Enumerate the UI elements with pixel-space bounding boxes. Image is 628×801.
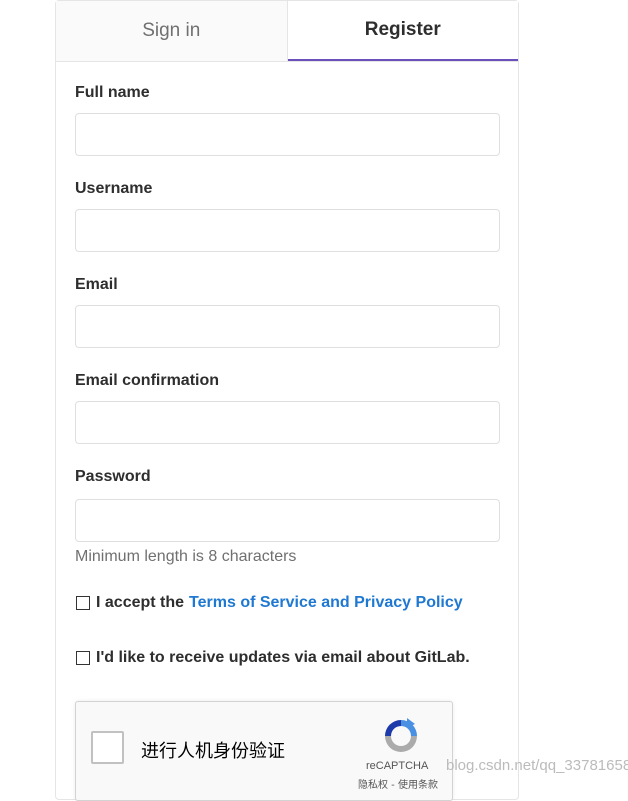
email-confirmation-group: Email confirmation	[75, 371, 501, 444]
tab-register[interactable]: Register	[287, 1, 518, 61]
username-group: Username	[75, 179, 501, 252]
password-hint: Minimum length is 8 characters	[75, 548, 297, 565]
password-input[interactable]	[75, 499, 500, 542]
terms-checkbox[interactable]	[76, 596, 90, 610]
register-form: Full name Username Email Email confirmat…	[75, 83, 501, 667]
register-panel: Sign in Register Full name Username Emai…	[55, 0, 519, 801]
email-confirmation-input[interactable]	[75, 401, 500, 444]
recaptcha-widget: 进行人机身份验证 reCAPTCHA 隐私权 - 使用条款	[75, 701, 453, 801]
full-name-group: Full name	[75, 83, 501, 156]
username-label: Username	[75, 180, 153, 197]
email-group: Email	[75, 275, 501, 348]
updates-row: I'd like to receive updates via email ab…	[75, 649, 501, 667]
recaptcha-checkbox[interactable]	[91, 731, 124, 764]
full-name-label: Full name	[75, 84, 150, 101]
watermark: blog.csdn.net/qq_33781658	[446, 757, 628, 774]
password-label: Password	[75, 468, 151, 485]
updates-checkbox[interactable]	[76, 651, 90, 665]
auth-tabs: Sign in Register	[56, 1, 518, 62]
terms-link[interactable]: Terms of Service and Privacy Policy	[189, 594, 463, 612]
password-group: Password Minimum length is 8 characters	[75, 467, 501, 566]
email-label: Email	[75, 276, 118, 293]
terms-row: I accept the Terms of Service and Privac…	[75, 594, 501, 612]
email-confirmation-label: Email confirmation	[75, 372, 220, 389]
full-name-input[interactable]	[75, 113, 500, 156]
username-input[interactable]	[75, 209, 500, 252]
terms-prefix: I accept the	[96, 594, 185, 611]
recaptcha-logo-icon	[385, 718, 417, 752]
recaptcha-label: 进行人机身份验证	[141, 741, 285, 762]
updates-label: I'd like to receive updates via email ab…	[96, 649, 470, 666]
recaptcha-brand: reCAPTCHA	[366, 760, 429, 772]
tab-sign-in[interactable]: Sign in	[56, 1, 288, 61]
email-input[interactable]	[75, 305, 500, 348]
